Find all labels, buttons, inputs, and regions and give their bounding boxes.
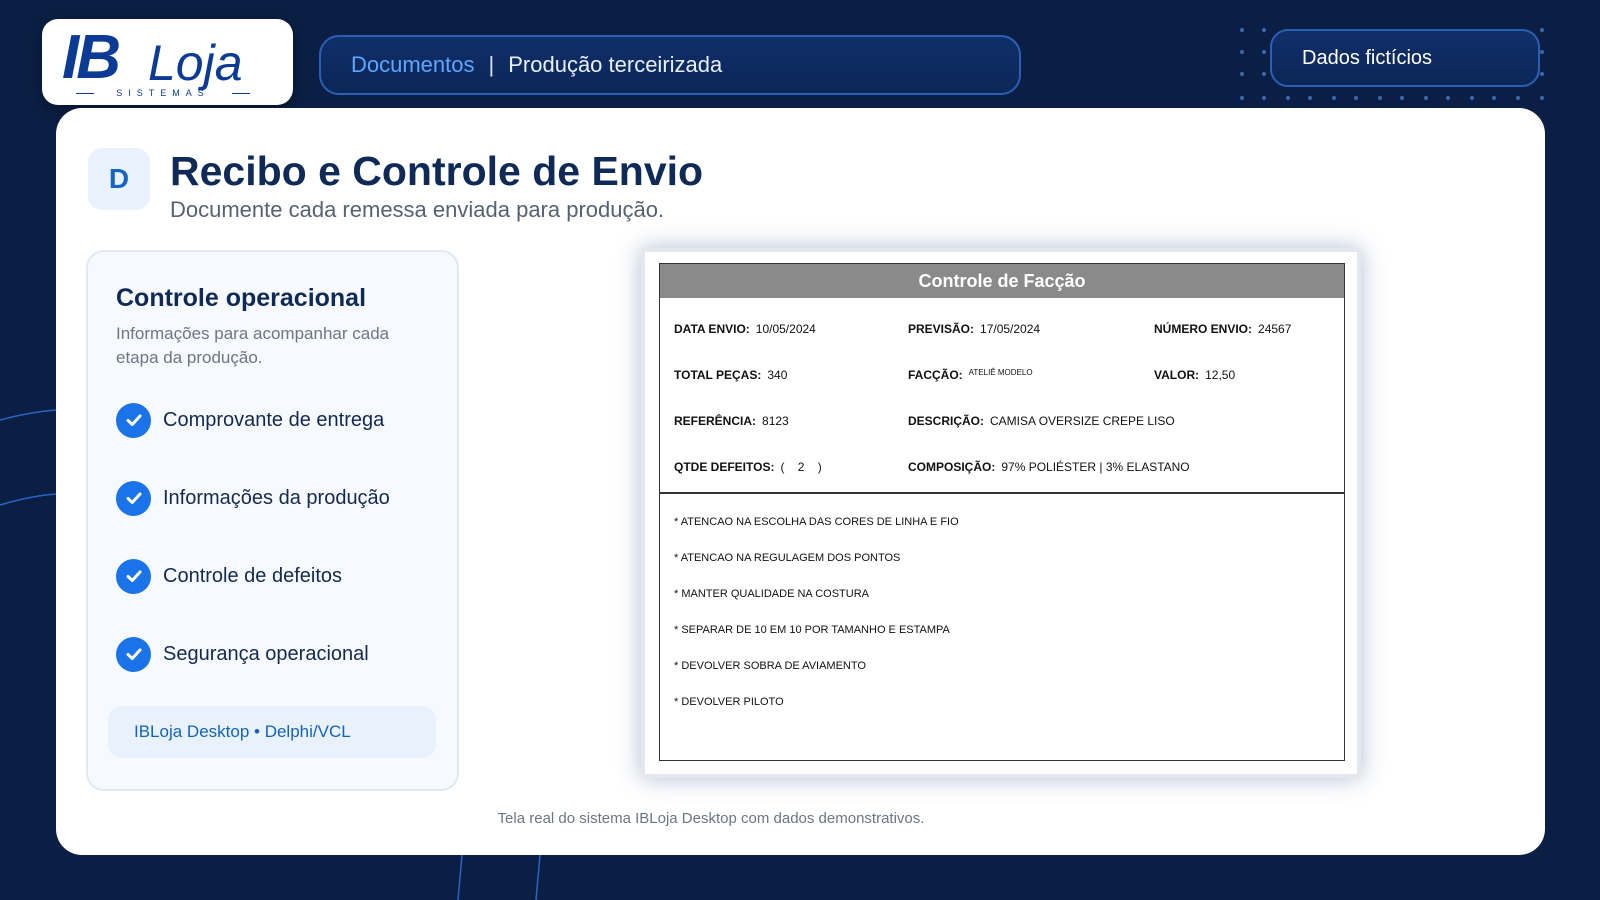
document-note: * ATENCAO NA ESCOLHA DAS CORES DE LINHA … xyxy=(674,516,959,528)
document-note: * DEVOLVER SOBRA DE AVIAMENTO xyxy=(674,660,866,672)
breadcrumb-separator: | xyxy=(488,52,495,77)
document-note: * MANTER QUALIDADE NA COSTURA xyxy=(674,588,869,600)
field-descricao: DESCRIÇÃO: CAMISA OVERSIZE CREPE LISO xyxy=(908,414,1175,428)
breadcrumb-documentos[interactable]: Documentos xyxy=(351,52,475,78)
document-preview: Controle de Facção DATA ENVIO: 10/05/202… xyxy=(641,248,1361,778)
dados-ficticios-badge: Dados fictícios xyxy=(1270,29,1540,87)
document-divider xyxy=(660,492,1344,494)
feature-label: Segurança operacional xyxy=(163,642,369,665)
feature-label: Comprovante de entrega xyxy=(163,408,385,431)
feature-label: Informações da produção xyxy=(163,486,390,509)
field-total-pecas: TOTAL PEÇAS: 340 xyxy=(674,368,788,382)
main-card: D Recibo e Controle de Envio Documente c… xyxy=(56,108,1545,855)
feature-item: Comprovante de entrega xyxy=(116,402,384,438)
logo-mark: IB xyxy=(62,23,121,92)
field-composicao: COMPOSIÇÃO: 97% POLIÉSTER | 3% ELASTANO xyxy=(908,460,1190,474)
logo-tagline: SISTEMAS xyxy=(76,88,250,98)
feature-item: Controle de defeitos xyxy=(116,558,342,594)
check-circle-icon xyxy=(116,558,151,594)
document-title: Controle de Facção xyxy=(660,264,1344,298)
field-valor: VALOR: 12,50 xyxy=(1154,368,1236,382)
page-title: Recibo e Controle de Envio xyxy=(170,148,704,194)
panel-title: Controle operacional xyxy=(116,284,367,312)
section-letter-badge: D xyxy=(88,148,150,210)
document-note: * ATENCAO NA REGULAGEM DOS PONTOS xyxy=(674,552,901,564)
field-faccao: FACÇÃO: ATELIÊ MODELO xyxy=(908,368,1033,382)
operational-control-panel: Controle operacional Informações para ac… xyxy=(86,250,459,791)
ibloja-logo: IB Loja SISTEMAS xyxy=(42,19,293,105)
check-circle-icon xyxy=(116,402,151,438)
breadcrumb-current: Produção terceirizada xyxy=(508,52,723,77)
footer-note: Tela real do sistema IBLoja Desktop com … xyxy=(497,810,925,827)
page-subtitle: Documente cada remessa enviada para prod… xyxy=(170,197,665,222)
field-previsao: PREVISÃO: 17/05/2024 xyxy=(908,322,1041,336)
field-data-envio: DATA ENVIO: 10/05/2024 xyxy=(674,322,816,336)
tech-stack-pill: IBLoja Desktop • Delphi/VCL xyxy=(108,706,436,758)
feature-item: Informações da produção xyxy=(116,480,390,516)
feature-label: Controle de defeitos xyxy=(163,564,343,587)
check-circle-icon xyxy=(116,636,151,672)
faccao-control-sheet: Controle de Facção DATA ENVIO: 10/05/202… xyxy=(659,263,1345,761)
field-referencia: REFERÊNCIA: 8123 xyxy=(674,414,789,428)
document-note: * SEPARAR DE 10 EM 10 POR TAMANHO E ESTA… xyxy=(674,624,950,636)
feature-item: Segurança operacional xyxy=(116,636,369,672)
field-numero-envio: NÚMERO ENVIO: 24567 xyxy=(1154,322,1292,336)
field-qtde-defeitos: QTDE DEFEITOS: ( 2 ) xyxy=(674,460,822,474)
panel-description: Informações para acompanhar cada etapa d… xyxy=(116,324,390,367)
dados-ficticios-label: Dados fictícios xyxy=(1302,46,1433,69)
check-circle-icon xyxy=(116,480,151,516)
document-note: * DEVOLVER PILOTO xyxy=(674,696,784,708)
logo-word: Loja xyxy=(148,35,243,91)
breadcrumb: Documentos | Produção terceirizada xyxy=(319,35,1021,95)
